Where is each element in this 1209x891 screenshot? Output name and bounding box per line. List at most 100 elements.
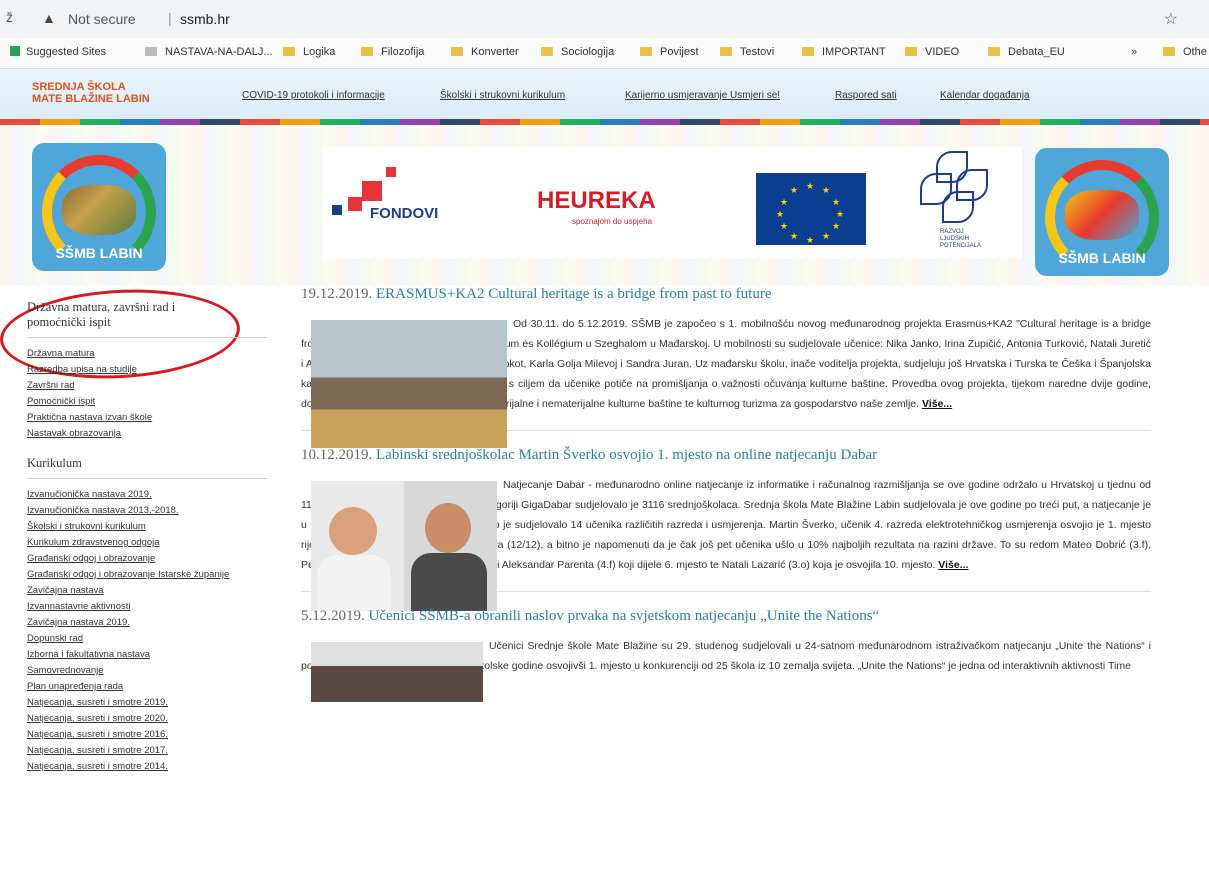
bookmarks-bar: Suggested Sites NASTAVA-NA-DALJ... Logik… (0, 38, 1209, 69)
bookmark-debata[interactable]: Debata_EU (988, 46, 1065, 58)
logo-square (386, 167, 396, 177)
news-list: 19.12.2019. ERASMUS+KA2 Cultural heritag… (301, 284, 1151, 702)
folder-icon (802, 47, 814, 56)
nav-kurikulum[interactable]: Školski i strukovni kurikulum (440, 90, 565, 101)
article-title[interactable]: 10.12.2019. Labinski srednjoškolac Marti… (301, 445, 1151, 465)
folder-icon (640, 47, 652, 56)
article-title-text[interactable]: Labinski srednjoškolac Martin Šverko osv… (376, 447, 877, 463)
sidebar-link[interactable]: Natjecanja, susreti i smotre 2014. (27, 759, 277, 775)
browser-toolbar: ž ▲ Not secure | ssmb.hr ☆ (0, 0, 1209, 38)
school-logo-left[interactable]: SŠMB LABIN (32, 143, 166, 271)
bookmark-suggested-sites[interactable]: Suggested Sites (10, 46, 106, 58)
sidebar-link[interactable]: Samovrednovanje (27, 663, 277, 679)
school-logo-right[interactable]: SŠMB LABIN (1035, 148, 1169, 276)
bookmark-testovi[interactable]: Testovi (720, 46, 774, 58)
esf-text: RAZVOJ LJUDSKIH POTENCIJALA (940, 229, 982, 249)
logo-square (332, 205, 342, 215)
article-title-text[interactable]: Učenici SŠMB-a obranili naslov prvaka na… (369, 608, 880, 624)
bookmark-label: Logika (303, 46, 336, 58)
sidebar-link[interactable]: Plan unapređenja rada (27, 679, 277, 695)
nav-karijerno[interactable]: Karijerno usmjeravanje Usmjeri se! (625, 90, 780, 101)
suggested-sites-icon (10, 46, 20, 56)
sidebar-link[interactable]: Razredba upisa na studije (27, 362, 277, 378)
logo-square (348, 197, 362, 211)
sidebar-link[interactable]: Zavičajna nastava 2019. (27, 615, 277, 631)
url-text[interactable]: ssmb.hr (180, 11, 230, 27)
article-date: 10.12.2019. (301, 447, 373, 463)
person-face (329, 507, 377, 555)
sidebar-link[interactable]: Izvanučionička nastava 2013.-2018. (27, 503, 277, 519)
sidebar-link[interactable]: Izvanučionička nastava 2019. (27, 487, 277, 503)
esf-logo[interactable]: RAZVOJ LJUDSKIH POTENCIJALA (914, 151, 994, 255)
bookmark-label: Sociologija (561, 46, 615, 58)
sidebar-link[interactable]: Natjecanja, susreti i smotre 2019. (27, 695, 277, 711)
news-article: 19.12.2019. ERASMUS+KA2 Cultural heritag… (301, 284, 1151, 448)
fondovi-text: FONDOVI (370, 205, 439, 222)
article-title[interactable]: 19.12.2019. ERASMUS+KA2 Cultural heritag… (301, 284, 1151, 304)
address-bar[interactable]: ▲ Not secure | ssmb.hr ☆ (28, 6, 1188, 32)
back-icon[interactable]: ž (6, 9, 13, 25)
sidebar-link[interactable]: Školski i strukovni kurikulum (27, 519, 277, 535)
folder-icon (451, 47, 463, 56)
sidebar-link[interactable]: Izborna i fakultativna nastava (27, 647, 277, 663)
bookmark-povijest[interactable]: Povijest (640, 46, 699, 58)
warning-triangle-icon[interactable]: ▲ (42, 10, 56, 26)
logo-photo (62, 185, 136, 235)
sidebar-link[interactable]: Građanski odgoj i obrazovanje Istarske ž… (27, 567, 237, 583)
bookmark-video[interactable]: VIDEO (905, 46, 959, 58)
bookmark-label: Povijest (660, 46, 699, 58)
article-photo[interactable] (311, 320, 507, 448)
folder-icon (283, 47, 295, 56)
sidebar-link[interactable]: Izvannastavne aktivnosti (27, 599, 277, 615)
sidebar-heading-kurikulum: Kurikulum (27, 456, 82, 470)
heureka-logo[interactable]: HEUREKA (537, 187, 656, 215)
article-photo[interactable] (311, 642, 483, 702)
bookmark-label: Othe (1183, 46, 1207, 58)
article-photo[interactable] (311, 481, 497, 611)
person-face (425, 503, 471, 553)
sidebar-link[interactable]: Natjecanja, susreti i smotre 2016. (27, 727, 277, 743)
not-secure-label[interactable]: Not secure (68, 11, 136, 27)
bookmark-filozofija[interactable]: Filozofija (361, 46, 424, 58)
sidebar-link[interactable]: Zavičajna nastava (27, 583, 277, 599)
sidebar-link[interactable]: Natjecanja, susreti i smotre 2020. (27, 711, 277, 727)
petal-shape (942, 191, 974, 223)
nav-raspored[interactable]: Raspored sati (835, 90, 897, 101)
sidebar-link[interactable]: Građanski odgoj i obrazovanje (27, 551, 277, 567)
sidebar-link[interactable]: Dopunski rad (27, 631, 277, 647)
nav-kalendar[interactable]: Kalendar događanja (940, 90, 1030, 101)
site-header: SREDNJA ŠKOLA MATE BLAŽINE LABIN COVID-1… (0, 69, 1209, 119)
bookmark-nastava[interactable]: NASTAVA-NA-DALJ... (145, 46, 273, 58)
folder-icon (361, 47, 373, 56)
bookmark-sociologija[interactable]: Sociologija (541, 46, 614, 58)
person-body (411, 553, 487, 611)
eu-flag-icon: ★ ★ ★ ★ ★ ★ ★ ★ ★ ★ ★ ★ (756, 173, 866, 245)
sidebar-heading-matura: Državna matura, završni rad i pomoćnički… (27, 300, 176, 329)
sidebar-link[interactable]: Natjecanja, susreti i smotre 2017. (27, 743, 277, 759)
nav-covid[interactable]: COVID-19 protokoli i informacije (242, 90, 385, 101)
sidebar-link[interactable]: Pomoćnički ispit (27, 394, 277, 410)
bookmark-star-icon[interactable]: ☆ (1164, 9, 1178, 29)
article-date: 19.12.2019. (301, 286, 373, 302)
sidebar-link[interactable]: Završni rad (27, 378, 277, 394)
bookmark-logika[interactable]: Logika (283, 46, 335, 58)
sidebar-link[interactable]: Kurikulum zdravstvenog odgoja (27, 535, 277, 551)
bookmark-label: Filozofija (381, 46, 425, 58)
folder-icon (988, 47, 1000, 56)
bookmarks-overflow-icon[interactable]: » (1131, 46, 1137, 58)
article-date: 5.12.2019. (301, 608, 365, 624)
read-more-link[interactable]: Više... (938, 559, 968, 571)
sidebar-link[interactable]: Praktična nastava izvan škole (27, 410, 277, 426)
bookmark-label: Suggested Sites (26, 46, 107, 58)
article-title[interactable]: 5.12.2019. Učenici SŠMB-a obranili naslo… (301, 606, 1151, 626)
sidebar-link[interactable]: Državna matura (27, 346, 277, 362)
bookmark-important[interactable]: IMPORTANT (802, 46, 886, 58)
read-more-link[interactable]: Više... (922, 398, 952, 410)
folder-icon (720, 47, 732, 56)
bookmark-other[interactable]: Othe (1163, 46, 1207, 58)
school-name[interactable]: SREDNJA ŠKOLA MATE BLAŽINE LABIN (32, 81, 150, 105)
eu-funding-banner: FONDOVI HEUREKA spoznajom do uspjeha ★ ★… (322, 147, 1022, 259)
article-title-text[interactable]: ERASMUS+KA2 Cultural heritage is a bridg… (376, 286, 771, 302)
sidebar-link[interactable]: Nastavak obrazovanja (27, 426, 277, 442)
bookmark-konverter[interactable]: Konverter (451, 46, 519, 58)
